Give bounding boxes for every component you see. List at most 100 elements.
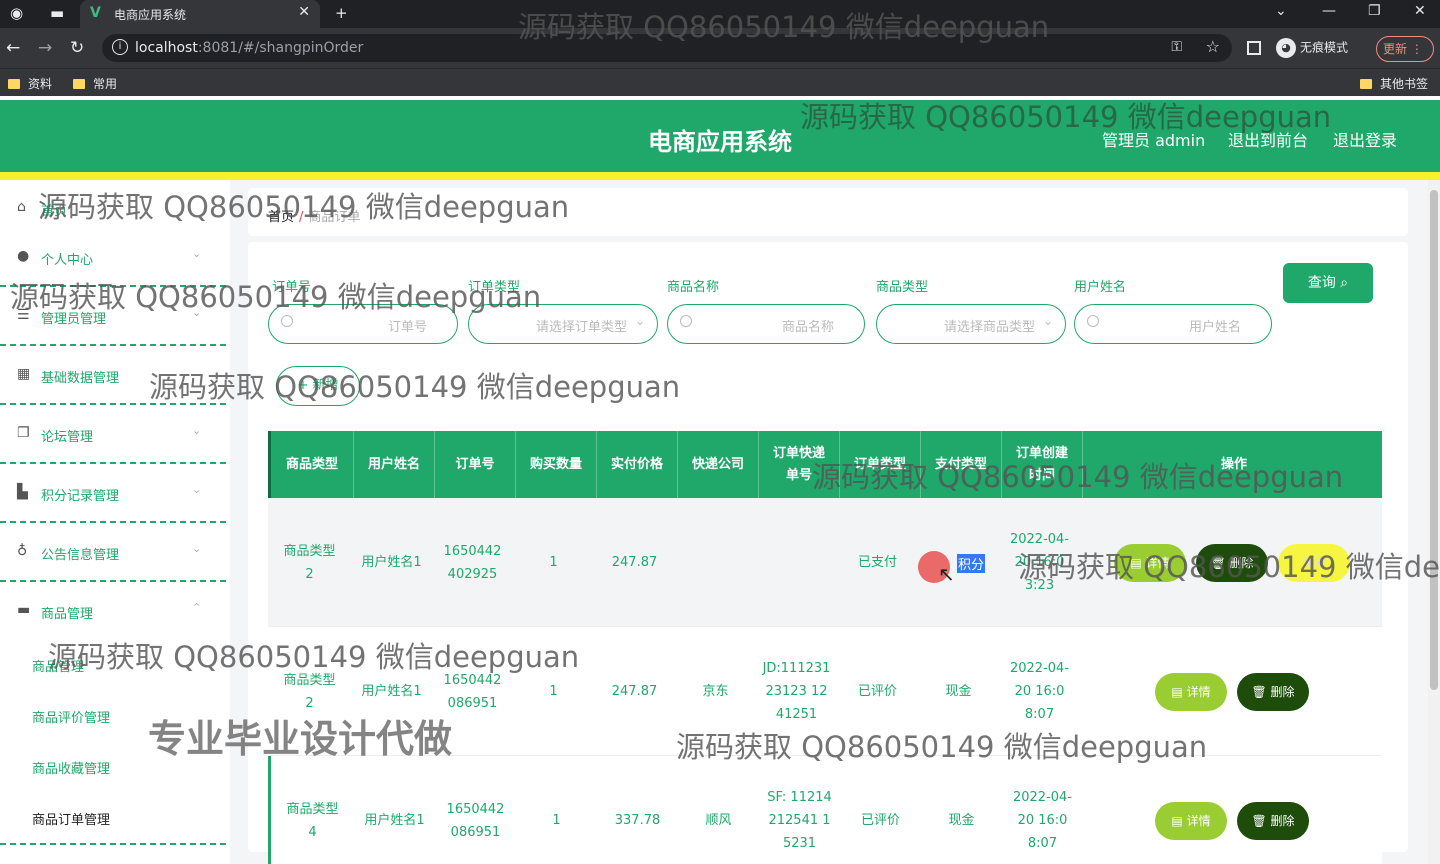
trash-icon: 🗑	[1251, 814, 1267, 828]
tab-search-icon[interactable]: ▬	[50, 4, 64, 22]
chevron-down-icon: ⌄	[192, 306, 202, 319]
url-text: localhost:8081/#/shangpinOrder	[135, 40, 364, 56]
search-icon	[281, 315, 293, 327]
sidebar-item-personal[interactable]: ● 个人中心 ⌄	[0, 229, 226, 287]
detail-button[interactable]: ▤ 详情	[1155, 673, 1227, 711]
minimize-icon[interactable]: —	[1322, 3, 1336, 19]
bookmark-folder-changyong[interactable]: 常用	[73, 75, 117, 92]
menu-icon: ☰	[17, 307, 30, 323]
admin-user-label: 管理员 admin	[1102, 131, 1206, 150]
detail-button[interactable]: ▤ 详情	[1155, 802, 1227, 840]
delete-button[interactable]: 🗑 删除	[1237, 673, 1309, 711]
breadcrumb-card: 首页 / 商品订单	[248, 188, 1408, 236]
mic-icon: ♁	[17, 543, 28, 559]
app-title: 电商应用系统	[648, 128, 792, 156]
th-tracking-number: 订单快递单号	[759, 431, 840, 498]
browser-tab-active[interactable]: V 电商应用系统 ✕	[80, 0, 320, 28]
sidebar-item-notice[interactable]: ♁ 公告信息管理 ⌄	[0, 524, 226, 582]
chevron-down-icon: ⌄	[192, 483, 202, 496]
password-key-icon[interactable]: ⚿	[1171, 39, 1182, 55]
order-type-label: 订单类型	[468, 280, 521, 295]
sidebar-item-basedata[interactable]: ▦ 基础数据管理	[0, 347, 226, 405]
goods-name-input[interactable]: 商品名称	[667, 304, 865, 344]
bookmark-folder-ziliao[interactable]: 资料	[8, 75, 52, 92]
th-order-type: 订单类型	[840, 431, 921, 498]
chevron-down-icon: ⌄	[192, 542, 202, 555]
search-icon: ⌕	[1340, 275, 1349, 291]
exit-to-front-link[interactable]: 退出到前台	[1228, 127, 1308, 151]
sidebar-item-points[interactable]: ▙ 积分记录管理 ⌄	[0, 465, 226, 523]
header-accent-strip	[0, 172, 1440, 180]
user-icon: ●	[17, 248, 30, 264]
sidebar: ⌂ 首页 ● 个人中心 ⌄ ☰ 管理员管理 ⌄ ▦ 基础数据管理 ❐ 论坛管理 …	[0, 180, 230, 864]
new-tab-icon[interactable]: +	[335, 4, 348, 22]
delete-button[interactable]: 🗑 删除	[1237, 802, 1309, 840]
bookmark-star-icon[interactable]: ☆	[1206, 37, 1220, 56]
home-icon: ⌂	[17, 199, 26, 215]
chevron-down-icon: ⌄	[1042, 314, 1053, 328]
monitor-icon: ▬	[17, 602, 31, 618]
th-express-company: 快递公司	[678, 431, 759, 498]
chevron-down-icon: ⌄	[634, 314, 645, 328]
url-input[interactable]: i localhost:8081/#/shangpinOrder ⚿ ☆	[102, 34, 1232, 62]
search-icon	[1087, 315, 1099, 327]
th-order-number: 订单号	[435, 431, 516, 498]
sidebar-subitem-goods[interactable]: 商品管理	[32, 656, 84, 675]
order-type-select[interactable]: 请选择订单类型 ⌄	[468, 304, 658, 344]
browser-tab-bar: ◉ ▬ V 电商应用系统 ✕ + ⌄ — ❐ ✕	[0, 0, 1440, 28]
folder-icon	[73, 79, 85, 89]
grid-icon: ▦	[17, 366, 31, 382]
bookmark-folder-other[interactable]: 其他书签	[1360, 75, 1428, 92]
side-panel-icon[interactable]	[1247, 41, 1261, 55]
sidebar-item-admin[interactable]: ☰ 管理员管理 ⌄	[0, 288, 226, 346]
document-icon: ▤	[1130, 556, 1142, 570]
th-quantity: 购买数量	[516, 431, 597, 498]
stamp-icon: ▙	[17, 484, 28, 500]
address-bar: ← → ↻ i localhost:8081/#/shangpinOrder ⚿…	[0, 28, 1440, 68]
sidebar-subitem-reviews[interactable]: 商品评价管理	[32, 707, 110, 726]
sidebar-item-forum[interactable]: ❐ 论坛管理 ⌄	[0, 406, 226, 464]
back-icon[interactable]: ←	[6, 38, 20, 58]
goods-type-label: 商品类型	[876, 280, 929, 295]
incognito-indicator[interactable]: ◕ 无痕模式	[1276, 38, 1348, 58]
tab-close-icon[interactable]: ✕	[298, 4, 310, 20]
close-window-icon[interactable]: ✕	[1414, 3, 1426, 19]
folder-icon	[1360, 79, 1372, 89]
reload-icon[interactable]: ↻	[70, 38, 84, 58]
page-scrollbar[interactable]	[1428, 180, 1440, 864]
maximize-icon[interactable]: ❐	[1368, 3, 1381, 19]
table-header: 商品类型 用户姓名 订单号 购买数量 实付价格 快递公司 订单快递单号 订单类型…	[268, 431, 1382, 498]
bookmarks-bar: 资料 常用 其他书签	[0, 68, 1440, 96]
goods-type-select[interactable]: 请选择商品类型 ⌄	[876, 304, 1066, 344]
forward-icon[interactable]: →	[38, 38, 52, 58]
tab-title: 电商应用系统	[114, 8, 187, 22]
browser-update-button[interactable]: 更新 ⋮	[1376, 36, 1434, 62]
scrollbar-thumb[interactable]	[1430, 190, 1438, 690]
breadcrumb-home[interactable]: 首页	[268, 210, 294, 225]
query-button[interactable]: 查询 ⌕	[1283, 263, 1373, 303]
chevron-up-icon: ⌃	[192, 601, 202, 614]
copy-icon: ❐	[17, 425, 30, 441]
detail-button[interactable]: ▤ 详情	[1114, 544, 1186, 582]
logout-link[interactable]: 退出登录	[1333, 127, 1397, 151]
incognito-icon: ◕	[1276, 38, 1296, 58]
document-icon: ▤	[1171, 685, 1183, 699]
sidebar-subitem-favorites[interactable]: 商品收藏管理	[32, 758, 110, 777]
add-button[interactable]: + 新增	[276, 366, 360, 406]
chevron-down-icon: ⌄	[192, 424, 202, 437]
trash-icon: 🗑	[1210, 556, 1226, 570]
breadcrumb: 首页 / 商品订单	[268, 210, 361, 225]
order-number-input[interactable]: 订单号	[268, 304, 458, 344]
site-info-icon[interactable]: i	[112, 39, 128, 55]
goods-name-label: 商品名称	[667, 280, 720, 295]
user-name-input[interactable]: 用户姓名	[1074, 304, 1272, 344]
browser-menu-icon[interactable]: ◉	[10, 4, 23, 22]
ship-button[interactable]: 发货	[1278, 544, 1350, 582]
app-header: 电商应用系统 管理员 admin 退出到前台 退出登录	[0, 100, 1440, 172]
folder-icon	[8, 79, 20, 89]
breadcrumb-current: 商品订单	[308, 210, 361, 225]
chevron-down-icon: ⌄	[192, 247, 202, 260]
sidebar-subitem-orders[interactable]: 商品订单管理	[32, 809, 110, 828]
delete-button[interactable]: 🗑 删除	[1196, 544, 1268, 582]
tab-list-icon[interactable]: ⌄	[1275, 3, 1287, 19]
